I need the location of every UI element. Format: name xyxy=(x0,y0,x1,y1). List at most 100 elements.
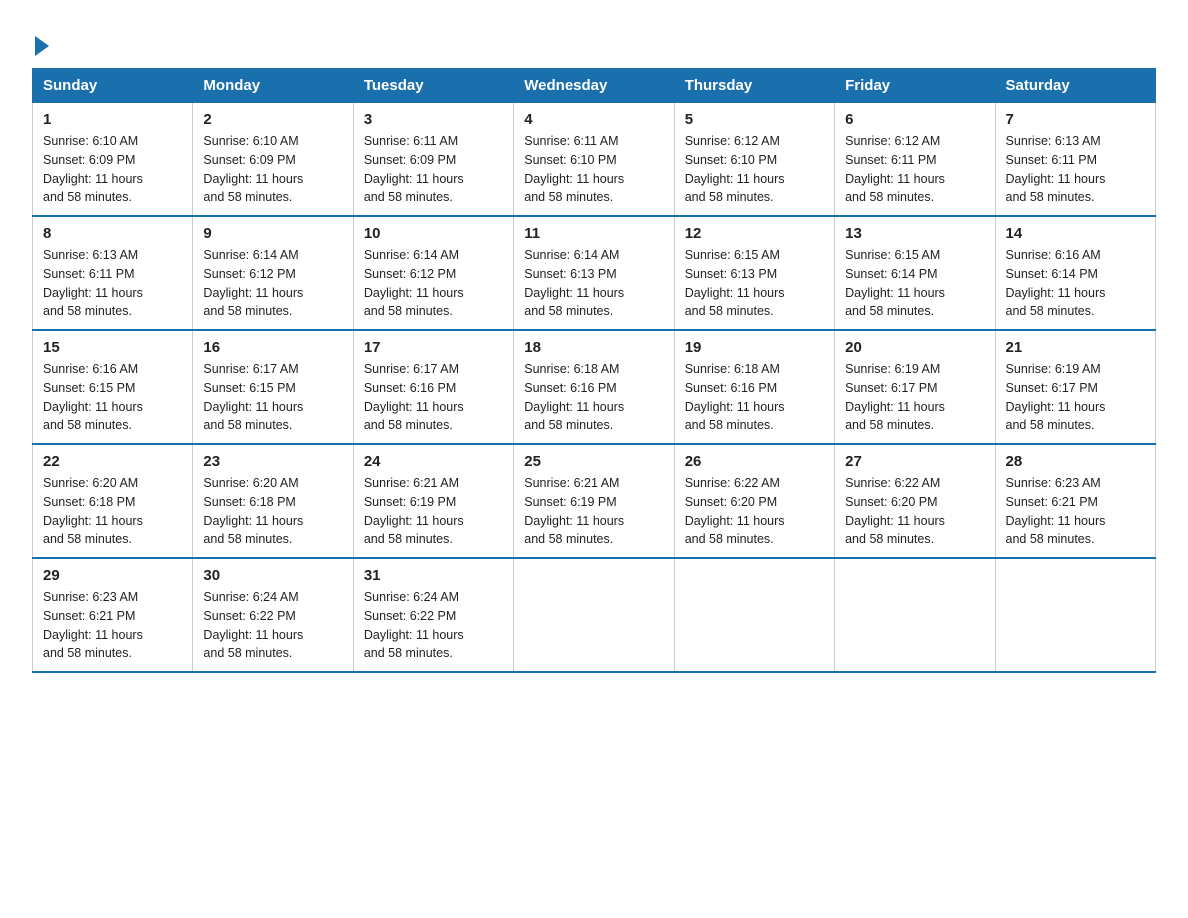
day-number: 7 xyxy=(1006,111,1145,128)
calendar-day-cell: 5 Sunrise: 6:12 AM Sunset: 6:10 PM Dayli… xyxy=(674,103,834,217)
day-info: Sunrise: 6:13 AM Sunset: 6:11 PM Dayligh… xyxy=(1006,132,1145,207)
calendar-day-cell: 25 Sunrise: 6:21 AM Sunset: 6:19 PM Dayl… xyxy=(514,444,674,558)
logo-arrow-icon xyxy=(35,36,49,56)
calendar-day-cell: 13 Sunrise: 6:15 AM Sunset: 6:14 PM Dayl… xyxy=(835,216,995,330)
day-info: Sunrise: 6:17 AM Sunset: 6:15 PM Dayligh… xyxy=(203,360,342,435)
calendar-day-cell: 23 Sunrise: 6:20 AM Sunset: 6:18 PM Dayl… xyxy=(193,444,353,558)
day-info: Sunrise: 6:23 AM Sunset: 6:21 PM Dayligh… xyxy=(1006,474,1145,549)
day-number: 19 xyxy=(685,339,824,356)
day-info: Sunrise: 6:20 AM Sunset: 6:18 PM Dayligh… xyxy=(203,474,342,549)
calendar-day-cell: 20 Sunrise: 6:19 AM Sunset: 6:17 PM Dayl… xyxy=(835,330,995,444)
day-number: 28 xyxy=(1006,453,1145,470)
calendar-day-cell: 2 Sunrise: 6:10 AM Sunset: 6:09 PM Dayli… xyxy=(193,103,353,217)
calendar-day-cell: 12 Sunrise: 6:15 AM Sunset: 6:13 PM Dayl… xyxy=(674,216,834,330)
calendar-day-cell: 3 Sunrise: 6:11 AM Sunset: 6:09 PM Dayli… xyxy=(353,103,513,217)
calendar-day-cell: 15 Sunrise: 6:16 AM Sunset: 6:15 PM Dayl… xyxy=(33,330,193,444)
day-info: Sunrise: 6:16 AM Sunset: 6:14 PM Dayligh… xyxy=(1006,246,1145,321)
calendar-day-cell xyxy=(835,558,995,672)
day-info: Sunrise: 6:14 AM Sunset: 6:12 PM Dayligh… xyxy=(364,246,503,321)
day-info: Sunrise: 6:24 AM Sunset: 6:22 PM Dayligh… xyxy=(203,588,342,663)
day-number: 25 xyxy=(524,453,663,470)
calendar-week-row: 29 Sunrise: 6:23 AM Sunset: 6:21 PM Dayl… xyxy=(33,558,1156,672)
calendar-day-cell: 19 Sunrise: 6:18 AM Sunset: 6:16 PM Dayl… xyxy=(674,330,834,444)
calendar-day-cell: 10 Sunrise: 6:14 AM Sunset: 6:12 PM Dayl… xyxy=(353,216,513,330)
day-number: 10 xyxy=(364,225,503,242)
calendar-day-cell: 30 Sunrise: 6:24 AM Sunset: 6:22 PM Dayl… xyxy=(193,558,353,672)
calendar-day-cell: 21 Sunrise: 6:19 AM Sunset: 6:17 PM Dayl… xyxy=(995,330,1155,444)
calendar-header-row: SundayMondayTuesdayWednesdayThursdayFrid… xyxy=(33,69,1156,103)
logo xyxy=(32,24,49,56)
day-number: 29 xyxy=(43,567,182,584)
calendar-day-cell xyxy=(995,558,1155,672)
day-info: Sunrise: 6:19 AM Sunset: 6:17 PM Dayligh… xyxy=(1006,360,1145,435)
logo-top xyxy=(32,32,49,56)
day-of-week-header: Friday xyxy=(835,69,995,103)
day-number: 31 xyxy=(364,567,503,584)
calendar-day-cell: 26 Sunrise: 6:22 AM Sunset: 6:20 PM Dayl… xyxy=(674,444,834,558)
day-number: 16 xyxy=(203,339,342,356)
day-info: Sunrise: 6:21 AM Sunset: 6:19 PM Dayligh… xyxy=(524,474,663,549)
calendar-table: SundayMondayTuesdayWednesdayThursdayFrid… xyxy=(32,68,1156,673)
day-number: 2 xyxy=(203,111,342,128)
day-number: 24 xyxy=(364,453,503,470)
day-of-week-header: Sunday xyxy=(33,69,193,103)
calendar-day-cell: 22 Sunrise: 6:20 AM Sunset: 6:18 PM Dayl… xyxy=(33,444,193,558)
day-number: 14 xyxy=(1006,225,1145,242)
day-info: Sunrise: 6:17 AM Sunset: 6:16 PM Dayligh… xyxy=(364,360,503,435)
day-info: Sunrise: 6:13 AM Sunset: 6:11 PM Dayligh… xyxy=(43,246,182,321)
day-of-week-header: Thursday xyxy=(674,69,834,103)
day-info: Sunrise: 6:18 AM Sunset: 6:16 PM Dayligh… xyxy=(685,360,824,435)
calendar-day-cell: 16 Sunrise: 6:17 AM Sunset: 6:15 PM Dayl… xyxy=(193,330,353,444)
day-info: Sunrise: 6:21 AM Sunset: 6:19 PM Dayligh… xyxy=(364,474,503,549)
day-info: Sunrise: 6:12 AM Sunset: 6:11 PM Dayligh… xyxy=(845,132,984,207)
day-number: 22 xyxy=(43,453,182,470)
calendar-day-cell: 27 Sunrise: 6:22 AM Sunset: 6:20 PM Dayl… xyxy=(835,444,995,558)
day-info: Sunrise: 6:19 AM Sunset: 6:17 PM Dayligh… xyxy=(845,360,984,435)
day-info: Sunrise: 6:11 AM Sunset: 6:10 PM Dayligh… xyxy=(524,132,663,207)
day-info: Sunrise: 6:10 AM Sunset: 6:09 PM Dayligh… xyxy=(203,132,342,207)
day-number: 15 xyxy=(43,339,182,356)
calendar-day-cell: 4 Sunrise: 6:11 AM Sunset: 6:10 PM Dayli… xyxy=(514,103,674,217)
day-of-week-header: Tuesday xyxy=(353,69,513,103)
calendar-week-row: 22 Sunrise: 6:20 AM Sunset: 6:18 PM Dayl… xyxy=(33,444,1156,558)
day-info: Sunrise: 6:15 AM Sunset: 6:14 PM Dayligh… xyxy=(845,246,984,321)
day-number: 20 xyxy=(845,339,984,356)
day-number: 27 xyxy=(845,453,984,470)
day-info: Sunrise: 6:15 AM Sunset: 6:13 PM Dayligh… xyxy=(685,246,824,321)
day-number: 26 xyxy=(685,453,824,470)
day-info: Sunrise: 6:24 AM Sunset: 6:22 PM Dayligh… xyxy=(364,588,503,663)
day-number: 6 xyxy=(845,111,984,128)
day-number: 17 xyxy=(364,339,503,356)
day-of-week-header: Saturday xyxy=(995,69,1155,103)
day-number: 9 xyxy=(203,225,342,242)
calendar-day-cell: 14 Sunrise: 6:16 AM Sunset: 6:14 PM Dayl… xyxy=(995,216,1155,330)
day-number: 8 xyxy=(43,225,182,242)
calendar-day-cell xyxy=(514,558,674,672)
calendar-week-row: 8 Sunrise: 6:13 AM Sunset: 6:11 PM Dayli… xyxy=(33,216,1156,330)
day-info: Sunrise: 6:22 AM Sunset: 6:20 PM Dayligh… xyxy=(845,474,984,549)
calendar-day-cell: 17 Sunrise: 6:17 AM Sunset: 6:16 PM Dayl… xyxy=(353,330,513,444)
day-info: Sunrise: 6:16 AM Sunset: 6:15 PM Dayligh… xyxy=(43,360,182,435)
day-number: 1 xyxy=(43,111,182,128)
day-info: Sunrise: 6:22 AM Sunset: 6:20 PM Dayligh… xyxy=(685,474,824,549)
calendar-day-cell: 6 Sunrise: 6:12 AM Sunset: 6:11 PM Dayli… xyxy=(835,103,995,217)
calendar-day-cell: 9 Sunrise: 6:14 AM Sunset: 6:12 PM Dayli… xyxy=(193,216,353,330)
day-info: Sunrise: 6:14 AM Sunset: 6:13 PM Dayligh… xyxy=(524,246,663,321)
calendar-day-cell: 8 Sunrise: 6:13 AM Sunset: 6:11 PM Dayli… xyxy=(33,216,193,330)
day-info: Sunrise: 6:10 AM Sunset: 6:09 PM Dayligh… xyxy=(43,132,182,207)
day-number: 5 xyxy=(685,111,824,128)
calendar-week-row: 1 Sunrise: 6:10 AM Sunset: 6:09 PM Dayli… xyxy=(33,103,1156,217)
day-info: Sunrise: 6:23 AM Sunset: 6:21 PM Dayligh… xyxy=(43,588,182,663)
day-number: 18 xyxy=(524,339,663,356)
calendar-day-cell: 28 Sunrise: 6:23 AM Sunset: 6:21 PM Dayl… xyxy=(995,444,1155,558)
day-number: 12 xyxy=(685,225,824,242)
day-info: Sunrise: 6:11 AM Sunset: 6:09 PM Dayligh… xyxy=(364,132,503,207)
calendar-day-cell xyxy=(674,558,834,672)
day-number: 4 xyxy=(524,111,663,128)
day-number: 30 xyxy=(203,567,342,584)
day-number: 21 xyxy=(1006,339,1145,356)
day-info: Sunrise: 6:14 AM Sunset: 6:12 PM Dayligh… xyxy=(203,246,342,321)
day-of-week-header: Monday xyxy=(193,69,353,103)
calendar-day-cell: 29 Sunrise: 6:23 AM Sunset: 6:21 PM Dayl… xyxy=(33,558,193,672)
calendar-day-cell: 24 Sunrise: 6:21 AM Sunset: 6:19 PM Dayl… xyxy=(353,444,513,558)
